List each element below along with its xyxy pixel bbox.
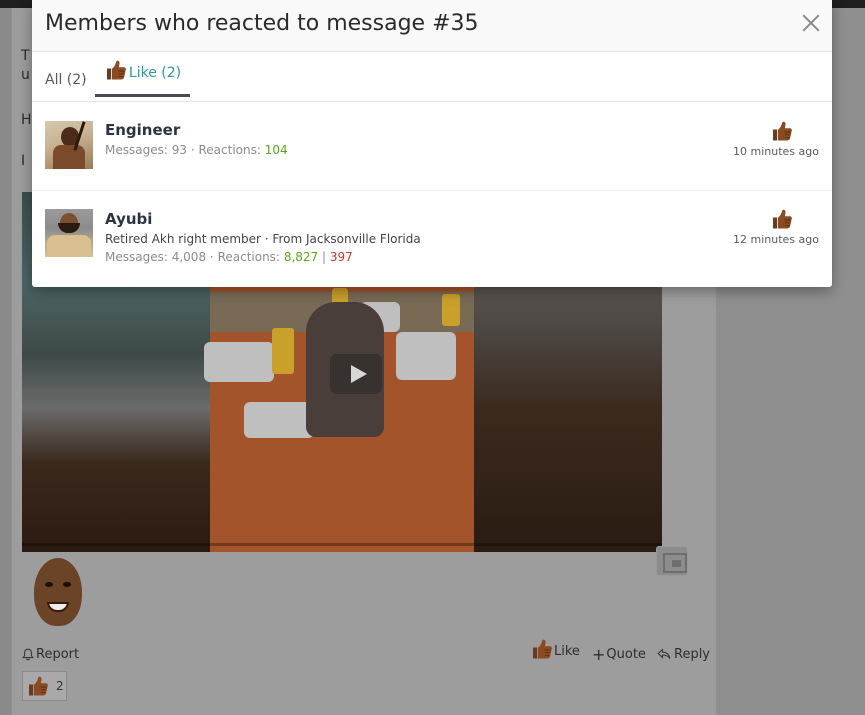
member-title: Retired Akh right member · From Jacksonv… <box>105 232 421 246</box>
picture-in-picture-icon[interactable] <box>656 546 688 576</box>
plus-icon: + <box>592 644 606 664</box>
reactions-negative: 397 <box>329 250 353 264</box>
reaction-tabs: All (2) Like (2) <box>32 52 832 102</box>
thumbs-up-icon <box>770 119 794 143</box>
reaction-count: 2 <box>56 679 64 693</box>
reactions-positive: 104 <box>264 143 288 157</box>
quote-label: Quote <box>606 646 646 662</box>
thumbs-up-icon <box>104 58 128 82</box>
post-text-fragment: I <box>21 153 26 169</box>
post-text-fragment: u <box>21 67 30 83</box>
quote-button[interactable]: + Quote <box>592 644 646 664</box>
list-item: Engineer Messages: 93 · Reactions: 104 1… <box>32 102 832 191</box>
avatar[interactable] <box>45 209 93 257</box>
modal-header: Members who reacted to message #35 <box>32 0 832 52</box>
report-button[interactable]: Report <box>22 646 79 662</box>
thumbs-up-icon <box>26 674 50 698</box>
member-name[interactable]: Engineer <box>105 121 180 139</box>
emoji-face-image <box>34 558 82 626</box>
bell-icon <box>22 648 34 660</box>
tab-all-label: All (2) <box>45 72 87 88</box>
like-button[interactable]: Like <box>530 641 580 657</box>
member-stats: Messages: 4,008 · Reactions: 8,827 | 397 <box>105 250 353 264</box>
tab-like-label: Like (2) <box>128 65 182 81</box>
tab-like[interactable]: Like (2) <box>95 52 190 97</box>
play-icon[interactable] <box>330 354 382 394</box>
like-label: Like <box>554 643 580 659</box>
avatar[interactable] <box>45 121 93 169</box>
post-text-fragment: H <box>21 112 32 128</box>
report-label: Report <box>36 646 80 662</box>
reaction-time: 10 minutes ago <box>733 145 819 158</box>
thumbs-up-icon <box>530 637 554 661</box>
member-stats: Messages: 93 · Reactions: 104 <box>105 143 288 157</box>
reaction-summary[interactable]: 2 <box>22 671 67 701</box>
tab-all[interactable]: All (2) <box>45 56 87 104</box>
reactions-modal: Members who reacted to message #35 All (… <box>32 0 832 287</box>
close-icon[interactable] <box>800 12 822 34</box>
reply-button[interactable]: Reply <box>657 646 710 662</box>
reply-label: Reply <box>674 646 711 662</box>
video-progress-bar[interactable] <box>22 543 662 546</box>
member-name[interactable]: Ayubi <box>105 210 152 228</box>
reply-icon <box>657 648 671 659</box>
list-item: Ayubi Retired Akh right member · From Ja… <box>32 191 832 285</box>
reactions-positive: 8,827 <box>283 250 319 264</box>
thumbs-up-icon <box>770 207 794 231</box>
modal-title: Members who reacted to message #35 <box>45 11 479 36</box>
post-text-fragment: T <box>21 48 30 64</box>
reaction-time: 12 minutes ago <box>733 233 819 246</box>
